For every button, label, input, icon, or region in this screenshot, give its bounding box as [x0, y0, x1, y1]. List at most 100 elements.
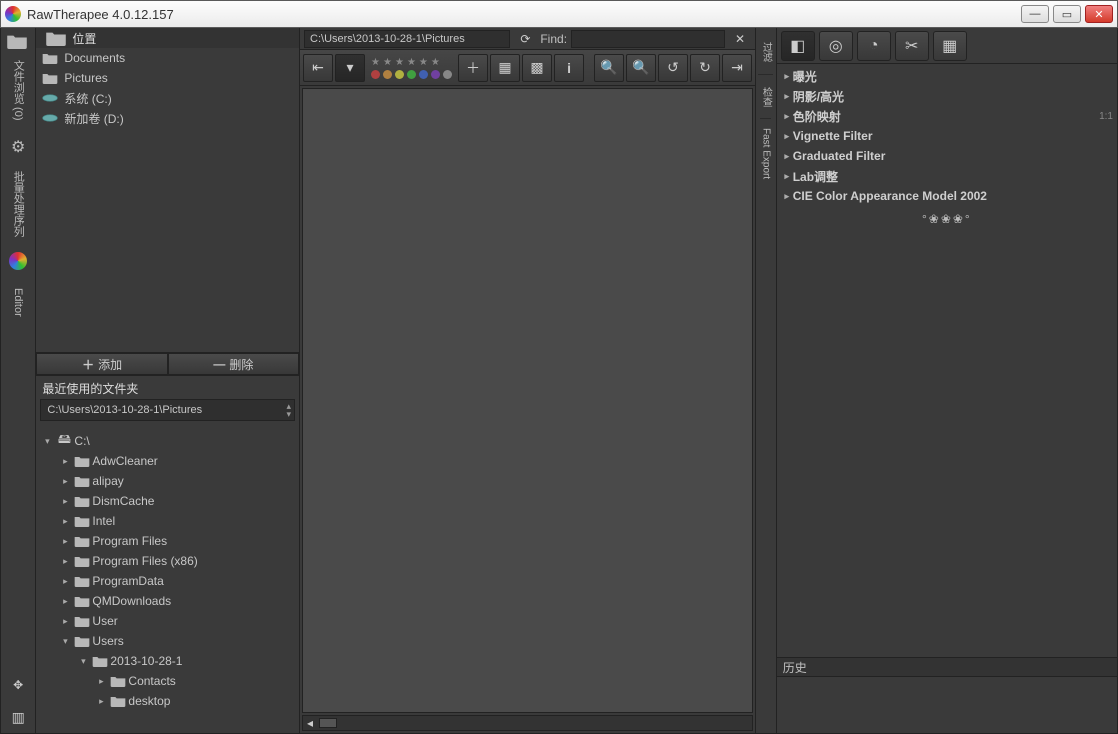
tab-filter[interactable]: 过滤 [758, 30, 773, 74]
accordion-section[interactable]: ▸Lab调整 [781, 166, 1113, 186]
disclosure-icon[interactable]: ▾ [40, 436, 54, 447]
color-label-dot[interactable] [371, 70, 380, 79]
star-icon[interactable]: ★ [431, 57, 440, 68]
disclosure-icon[interactable]: ▸ [58, 536, 72, 547]
thumbnail-area[interactable] [302, 88, 753, 713]
tab-detail[interactable]: ◎ [819, 31, 853, 61]
place-item[interactable]: 系统 (C:) [36, 88, 299, 108]
file-browser-icon[interactable] [3, 30, 31, 52]
section-label: Vignette Filter [793, 129, 873, 143]
disclosure-icon[interactable]: ▸ [58, 616, 72, 627]
tree-row[interactable]: ▸QMDownloads [36, 591, 299, 611]
disclosure-icon[interactable]: ▸ [58, 476, 72, 487]
tab-exposure[interactable]: ◧ [781, 31, 815, 61]
tool-info-button[interactable]: i [554, 54, 584, 82]
disclosure-icon[interactable]: ▸ [58, 456, 72, 467]
tab-settings[interactable]: ⚙ [3, 130, 33, 164]
accordion-section[interactable]: ▸Graduated Filter [781, 146, 1113, 166]
color-label-dot[interactable] [383, 70, 392, 79]
place-item[interactable]: Documents [36, 48, 299, 68]
tree-row[interactable]: ▸User [36, 611, 299, 631]
minimize-button[interactable]: — [1021, 5, 1049, 23]
tab-file-browser[interactable]: 文件浏览 (0) [3, 52, 33, 128]
scroll-left-icon[interactable]: ◂ [303, 716, 317, 730]
accordion-section[interactable]: ▸CIE Color Appearance Model 2002 [781, 186, 1113, 206]
tree-row[interactable]: ▸Intel [36, 511, 299, 531]
color-label-dot[interactable] [419, 70, 428, 79]
tool-plus-button[interactable]: ＋ [458, 54, 488, 82]
place-item[interactable]: 新加卷 (D:) [36, 108, 299, 128]
tree-row[interactable]: ▸Program Files [36, 531, 299, 551]
disclosure-icon[interactable]: ▸ [58, 576, 72, 587]
star-icon[interactable]: ★ [419, 57, 428, 68]
move-handle-icon[interactable]: ✥ [4, 671, 32, 699]
tree-row[interactable]: ▸desktop [36, 691, 299, 711]
add-place-button[interactable]: ＋添加 [36, 353, 167, 375]
accordion-section[interactable]: ▸色阶映射1:1 [781, 106, 1113, 126]
color-label-dot[interactable] [395, 70, 404, 79]
disclosure-icon[interactable]: ▸ [58, 516, 72, 527]
zoom-in-button[interactable]: 🔍 [626, 54, 656, 82]
disclosure-icon[interactable]: ▾ [76, 656, 90, 667]
color-label-dot[interactable] [443, 70, 452, 79]
scroll-thumb[interactable] [319, 718, 337, 728]
disclosure-icon[interactable]: ▸ [58, 556, 72, 567]
filter-button[interactable]: ▾ [335, 54, 365, 82]
star-icon[interactable]: ★ [383, 57, 392, 68]
tree-row[interactable]: ▸ProgramData [36, 571, 299, 591]
combo-spinner-icon[interactable]: ▴▾ [287, 402, 292, 418]
star-icon[interactable]: ★ [395, 57, 404, 68]
tree-row[interactable]: ▾2013-10-28-1 [36, 651, 299, 671]
tree-row[interactable]: ▸DismCache [36, 491, 299, 511]
tree-row[interactable]: ▸Program Files (x86) [36, 551, 299, 571]
refresh-button[interactable]: ⟳ [514, 29, 536, 49]
place-item[interactable]: Pictures [36, 68, 299, 88]
tab-fast-export[interactable]: Fast Export [760, 118, 771, 188]
disclosure-icon[interactable]: ▸ [58, 496, 72, 507]
tool-unedited-button[interactable]: ▦ [490, 54, 520, 82]
accordion-section[interactable]: ▸阴影/高光 [781, 86, 1113, 106]
tab-editor[interactable]: Editor [3, 280, 33, 324]
path-input[interactable] [304, 30, 510, 48]
recent-folder-combo[interactable]: C:\Users\2013-10-28-1\Pictures ▴▾ [40, 399, 295, 421]
tool-rotate-button[interactable]: ↻ [690, 54, 720, 82]
close-button[interactable]: ✕ [1085, 5, 1113, 23]
clear-find-button[interactable]: ✕ [729, 29, 751, 49]
recent-header: 最近使用的文件夹 [36, 376, 299, 399]
maximize-button[interactable]: ▭ [1053, 5, 1081, 23]
tab-transform[interactable]: ✂ [895, 31, 929, 61]
collapse-left-button[interactable]: ⇤ [303, 54, 333, 82]
collapse-right-button[interactable]: ⇥ [722, 54, 752, 82]
remove-place-button[interactable]: —删除 [168, 353, 299, 375]
color-label-dot[interactable] [407, 70, 416, 79]
accordion-section[interactable]: ▸曝光 [781, 66, 1113, 86]
tree-row[interactable]: ▾🖴C:\ [36, 431, 299, 451]
color-label-row[interactable] [371, 70, 452, 79]
disclosure-icon[interactable]: ▸ [58, 596, 72, 607]
disclosure-icon[interactable]: ▸ [94, 676, 108, 687]
disclosure-icon[interactable]: ▸ [94, 696, 108, 707]
tree-body[interactable]: ▾🖴C:\▸AdwCleaner▸alipay▸DismCache▸Intel▸… [36, 427, 299, 733]
accordion-section[interactable]: ▸Vignette Filter [781, 126, 1113, 146]
tool-edited-button[interactable]: ▩ [522, 54, 552, 82]
disclosure-icon[interactable]: ▾ [58, 636, 72, 647]
tab-editor-icon[interactable] [3, 244, 33, 278]
tree-row[interactable]: ▸AdwCleaner [36, 451, 299, 471]
history-body[interactable] [777, 677, 1117, 733]
find-input[interactable] [571, 30, 725, 48]
tab-raw[interactable]: ▦ [933, 31, 967, 61]
star-icon[interactable]: ★ [371, 57, 380, 68]
zoom-out-button[interactable]: 🔍 [594, 54, 624, 82]
tree-row[interactable]: ▸alipay [36, 471, 299, 491]
tree-row[interactable]: ▸Contacts [36, 671, 299, 691]
tab-color[interactable]: ◔ [857, 31, 891, 61]
minimize-panel-icon[interactable]: ▥ [4, 703, 32, 731]
horizontal-scrollbar[interactable]: ◂ [302, 715, 753, 731]
tab-batch-queue[interactable]: 批量处理序列 [3, 166, 33, 242]
tab-inspect[interactable]: 检查 [758, 74, 773, 118]
tree-row[interactable]: ▾Users [36, 631, 299, 651]
color-label-dot[interactable] [431, 70, 440, 79]
rating-stars[interactable]: ★★★★★★ [371, 57, 452, 68]
star-icon[interactable]: ★ [407, 57, 416, 68]
tool-trash-button[interactable]: ↺ [658, 54, 688, 82]
